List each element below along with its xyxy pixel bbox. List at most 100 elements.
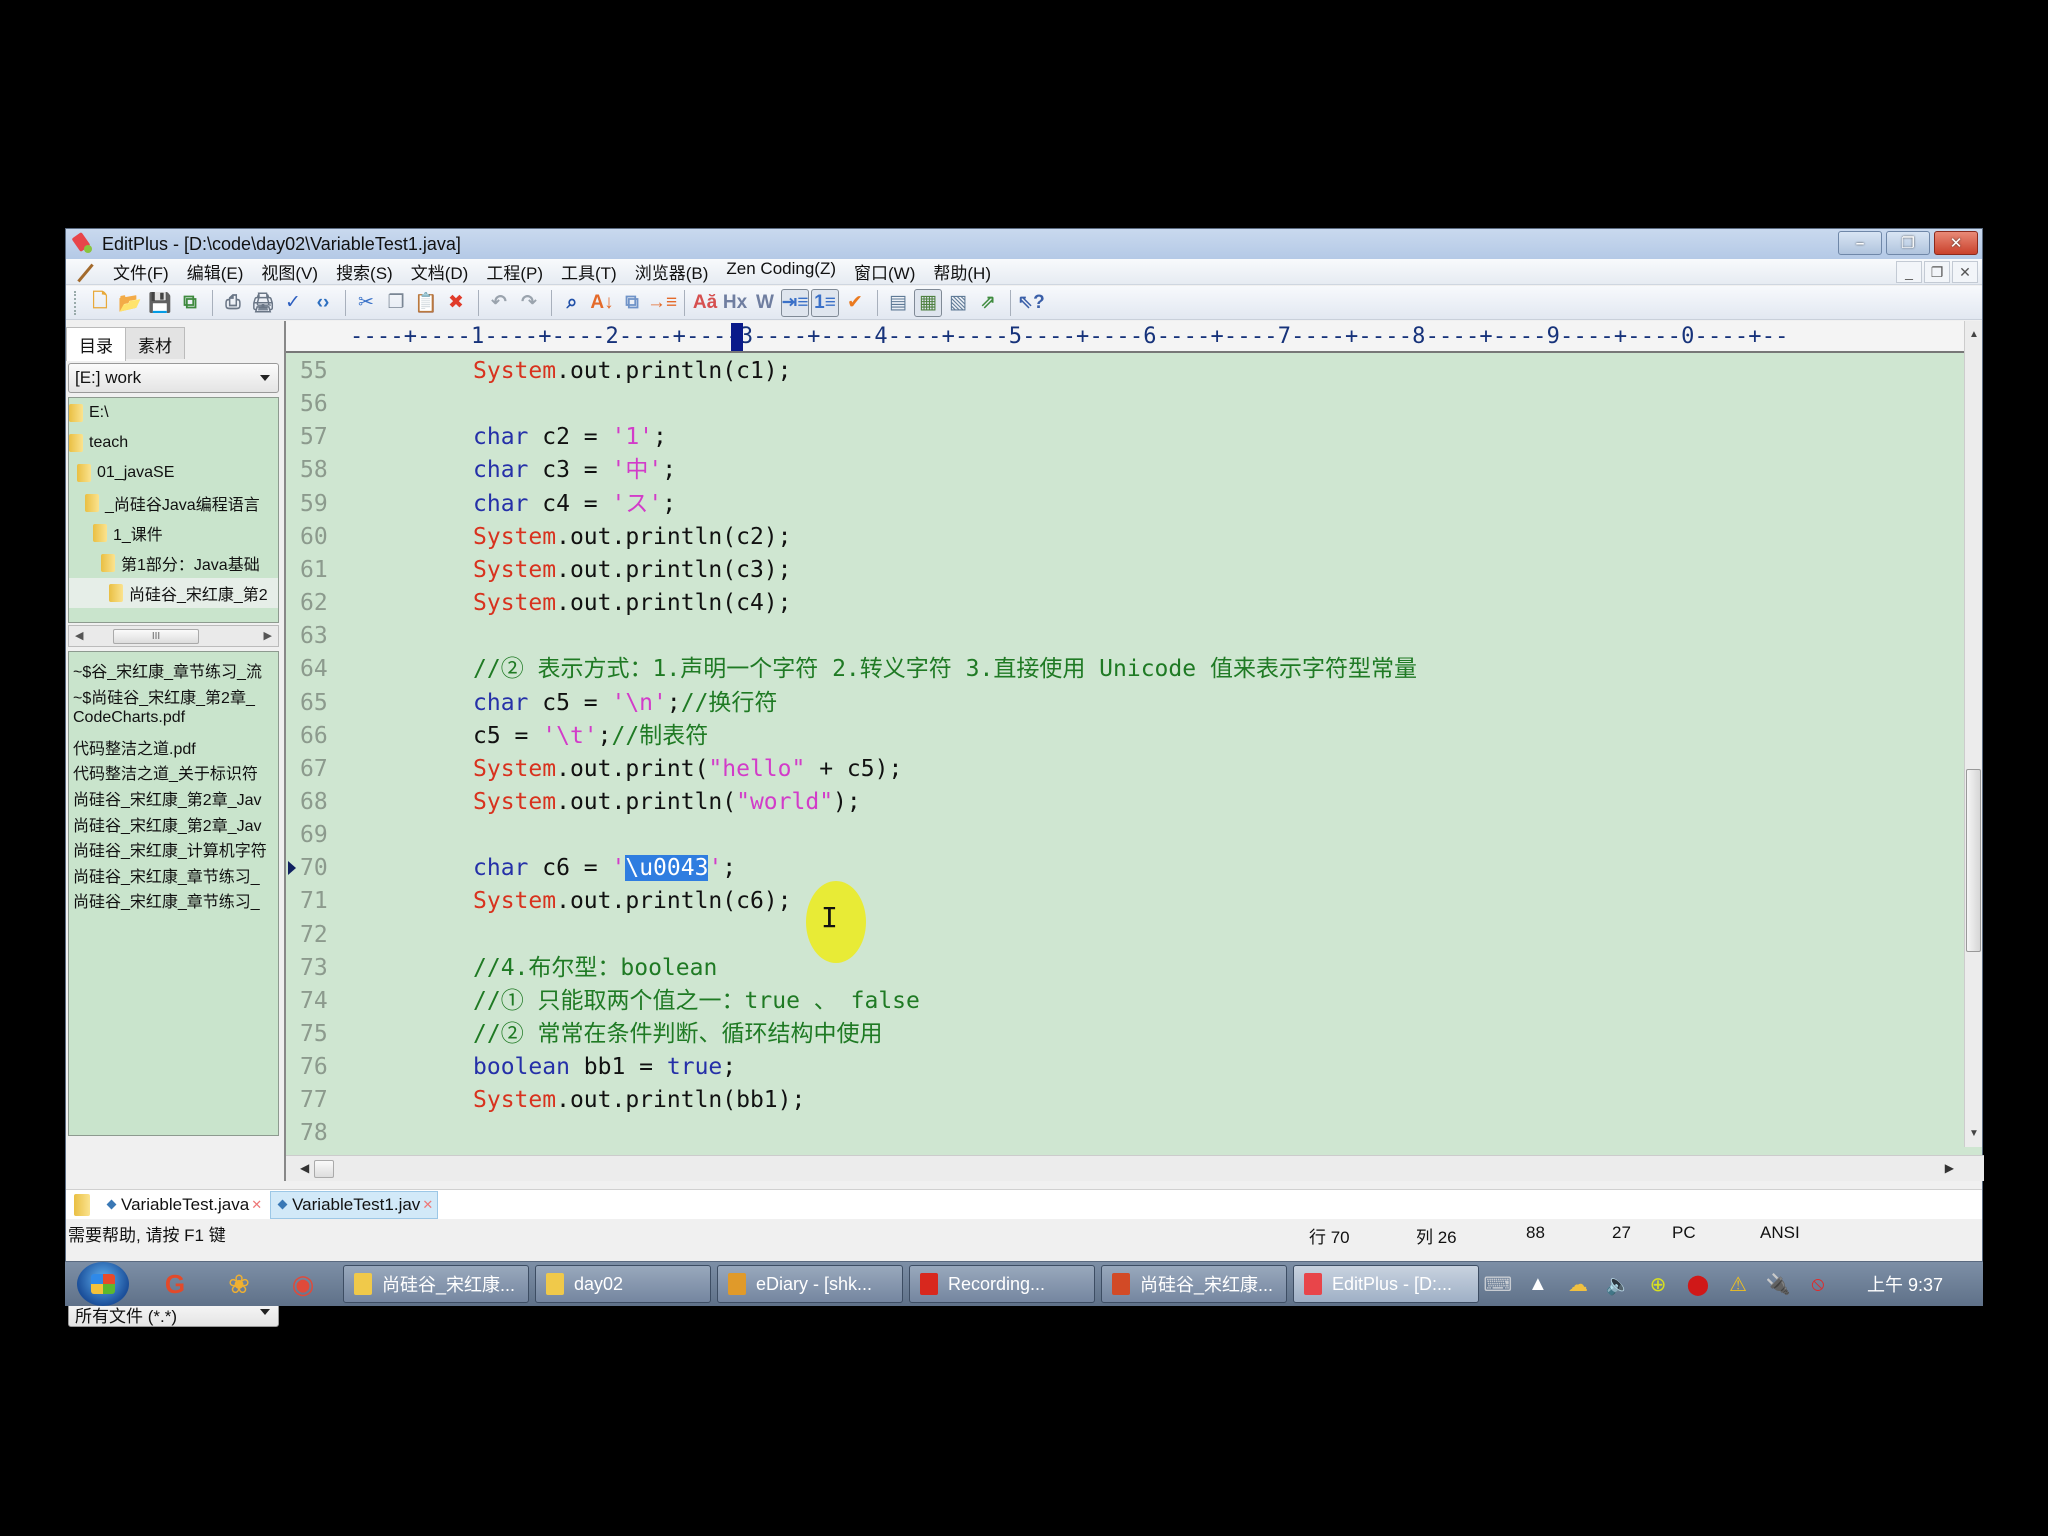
taskbar-button[interactable]: 尚硅谷_宋红康... bbox=[1101, 1265, 1287, 1303]
menu-item-3[interactable]: 搜索(S) bbox=[327, 259, 402, 284]
file-list-item[interactable]: 尚硅谷_宋红康_计算机字符 bbox=[69, 837, 278, 863]
stop-recording-icon[interactable]: ⬤ bbox=[1685, 1271, 1711, 1297]
directory-tree[interactable]: E:\ teach 01_javaSE _尚硅谷Java编程语言 1_课件 第1部分：Ja… bbox=[68, 397, 279, 623]
tree-item[interactable]: teach bbox=[69, 428, 278, 458]
scroll-right-icon[interactable]: ▶ bbox=[1945, 1161, 1954, 1175]
selected-text[interactable]: \u0043 bbox=[625, 855, 709, 882]
quick-launch-app1-icon[interactable]: G bbox=[157, 1266, 193, 1302]
close-tab-icon[interactable]: ✕ bbox=[251, 1197, 262, 1213]
doc-tab-variabletest1[interactable]: VariableTest1.jav ✕ bbox=[270, 1190, 439, 1219]
menu-item-1[interactable]: 编辑(E) bbox=[178, 259, 253, 284]
code-line[interactable]: 60 System.out.println(c2); bbox=[286, 521, 1966, 554]
open-folder-button[interactable]: 📂 bbox=[116, 289, 144, 317]
find-in-files-button[interactable]: ⧉ bbox=[618, 289, 646, 317]
quick-launch-chrome-icon[interactable]: ◉ bbox=[285, 1266, 321, 1302]
output-window-button[interactable]: ▧ bbox=[944, 289, 972, 317]
file-list-item[interactable]: 尚硅谷_宋红康_第2章_Jav bbox=[69, 812, 278, 838]
weather-icon[interactable]: ☁ bbox=[1565, 1271, 1591, 1297]
replace-button[interactable]: A↓ bbox=[588, 289, 616, 317]
code-line[interactable]: 71 System.out.println(c6); bbox=[286, 885, 1966, 918]
file-list[interactable]: ~$谷_宋红康_章节练习_流 ~$尚硅谷_宋红康_第2章_ CodeCharts.p… bbox=[68, 651, 279, 1136]
horizontal-scrollbar[interactable]: ◀ ▶ bbox=[286, 1155, 1984, 1181]
menu-item-0[interactable]: 文件(F) bbox=[104, 259, 178, 284]
status-line-ending[interactable]: PC bbox=[1672, 1223, 1696, 1243]
add-circle-icon[interactable]: ⊕ bbox=[1645, 1271, 1671, 1297]
print-preview-button[interactable]: ⎙ bbox=[219, 289, 247, 317]
cut-button[interactable]: ✂ bbox=[352, 289, 380, 317]
new-file-button[interactable]: 🗋 bbox=[86, 289, 114, 317]
volume-icon[interactable]: 🔈 bbox=[1605, 1271, 1631, 1297]
tab-directory[interactable]: 目录 bbox=[66, 327, 126, 361]
code-line[interactable]: 77 System.out.println(bb1); bbox=[286, 1084, 1966, 1117]
file-list-item[interactable]: 尚硅谷_宋红康_第2章_Jav bbox=[69, 786, 278, 812]
quick-launch-pinwheel-icon[interactable]: ❀ bbox=[221, 1266, 257, 1302]
code-line[interactable]: 70 char c6 = '\u0043'; bbox=[286, 852, 1966, 885]
doc-restore-button[interactable]: ❐ bbox=[1924, 261, 1950, 283]
drive-select[interactable]: [E:] work bbox=[68, 363, 279, 393]
doc-tab-variabletest[interactable]: VariableTest.java ✕ bbox=[100, 1191, 266, 1219]
start-button[interactable] bbox=[77, 1262, 129, 1306]
scroll-thumb[interactable]: III bbox=[113, 629, 199, 644]
code-line[interactable]: 75 //② 常常在条件判断、循环结构中使用 bbox=[286, 1018, 1966, 1051]
file-list-item[interactable]: ~$尚硅谷_宋红康_第2章_ bbox=[69, 684, 278, 710]
code-line[interactable]: 74 //① 只能取两个值之一：true 、 false bbox=[286, 985, 1966, 1018]
code-line[interactable]: 66 c5 = '\t';//制表符 bbox=[286, 720, 1966, 753]
code-line[interactable]: 61 System.out.println(c3); bbox=[286, 554, 1966, 587]
code-area[interactable]: 55 System.out.println(c1); 56 57 char c2 = '… bbox=[286, 355, 1966, 1147]
code-line[interactable]: 56 bbox=[286, 388, 1966, 421]
redo-button[interactable]: ↷ bbox=[515, 289, 543, 317]
taskbar-button[interactable]: eDiary - [shk... bbox=[717, 1265, 903, 1303]
menu-item-7[interactable]: 浏览器(B) bbox=[626, 259, 718, 284]
save-button[interactable]: 💾 bbox=[146, 289, 174, 317]
vertical-scrollbar[interactable]: ▲ ▼ bbox=[1964, 321, 1982, 1147]
scroll-down-icon[interactable]: ▼ bbox=[1969, 1128, 1979, 1139]
power-icon[interactable]: 🔌 bbox=[1765, 1271, 1791, 1297]
goto-line-button[interactable]: →≡ bbox=[647, 289, 677, 317]
code-line[interactable]: 67 System.out.print("hello" + c5); bbox=[286, 753, 1966, 786]
file-list-item[interactable]: CodeCharts.pdf bbox=[69, 709, 278, 735]
code-line[interactable]: 57 char c2 = '1'; bbox=[286, 421, 1966, 454]
code-line[interactable]: 59 char c4 = 'ス'; bbox=[286, 488, 1966, 521]
file-list-item[interactable]: 代码整洁之道.pdf bbox=[69, 735, 278, 761]
title-bar[interactable]: EditPlus - [D:\code\day02\VariableTest1.… bbox=[66, 229, 1982, 259]
close-tab-icon[interactable]: ✕ bbox=[422, 1197, 433, 1213]
spellcheck-button[interactable]: ✓ bbox=[279, 289, 307, 317]
code-line[interactable]: 62 System.out.println(c4); bbox=[286, 587, 1966, 620]
code-line[interactable]: 69 bbox=[286, 819, 1966, 852]
close-button[interactable]: ✕ bbox=[1934, 231, 1978, 255]
code-line[interactable]: 73 //4.布尔型：boolean bbox=[286, 952, 1966, 985]
tree-item[interactable]: 第1部分：Java基础 bbox=[69, 548, 278, 578]
toolbar-grip[interactable] bbox=[74, 290, 78, 315]
browser-preview-button[interactable]: ‹› bbox=[309, 289, 337, 317]
restore-button[interactable]: ❐ bbox=[1886, 231, 1930, 255]
directory-tree-scrollbar[interactable]: ◀ III ▶ bbox=[68, 625, 279, 647]
file-list-item[interactable]: ~$谷_宋红康_章节练习_流 bbox=[69, 658, 278, 684]
code-line[interactable]: 72 bbox=[286, 919, 1966, 952]
undo-button[interactable]: ↶ bbox=[485, 289, 513, 317]
doc-close-button[interactable]: ✕ bbox=[1952, 261, 1978, 283]
code-editor[interactable]: ----+----1----+----2----+----3----+----4… bbox=[284, 321, 1984, 1181]
menu-item-10[interactable]: 帮助(H) bbox=[924, 259, 1000, 284]
file-list-item[interactable]: 尚硅谷_宋红康_章节练习_ bbox=[69, 863, 278, 889]
scroll-left-icon[interactable]: ◀ bbox=[75, 629, 83, 642]
menu-item-4[interactable]: 文档(D) bbox=[402, 259, 478, 284]
tree-item[interactable]: _尚硅谷Java编程语言 bbox=[69, 488, 278, 518]
check-button[interactable]: ✔ bbox=[841, 289, 869, 317]
taskbar-button[interactable]: day02 bbox=[535, 1265, 711, 1303]
code-line[interactable]: 58 char c3 = '中'; bbox=[286, 454, 1966, 487]
status-encoding[interactable]: ANSI bbox=[1760, 1223, 1800, 1243]
help-pointer-button[interactable]: ⇖? bbox=[1017, 289, 1045, 317]
tree-item[interactable]: 01_javaSE bbox=[69, 458, 278, 488]
save-all-button[interactable]: ⧉ bbox=[176, 289, 204, 317]
menu-item-8[interactable]: Zen Coding(Z) bbox=[717, 259, 845, 284]
minimize-button[interactable]: – bbox=[1838, 231, 1882, 255]
taskbar-button[interactable]: Recording... bbox=[909, 1265, 1095, 1303]
clock[interactable]: 上午 9:37 bbox=[1867, 1271, 1943, 1297]
doc-minimize-button[interactable]: _ bbox=[1896, 261, 1922, 283]
code-line[interactable]: 65 char c5 = '\n';//换行符 bbox=[286, 687, 1966, 720]
code-line[interactable]: 78 bbox=[286, 1117, 1966, 1147]
code-line[interactable]: 64 //② 表示方式：1.声明一个字符 2.转义字符 3.直接使用 Unicod… bbox=[286, 653, 1966, 686]
menu-item-9[interactable]: 窗口(W) bbox=[845, 259, 924, 284]
delete-button[interactable]: ✖ bbox=[442, 289, 470, 317]
fullscreen-button[interactable]: ⇗ bbox=[974, 289, 1002, 317]
